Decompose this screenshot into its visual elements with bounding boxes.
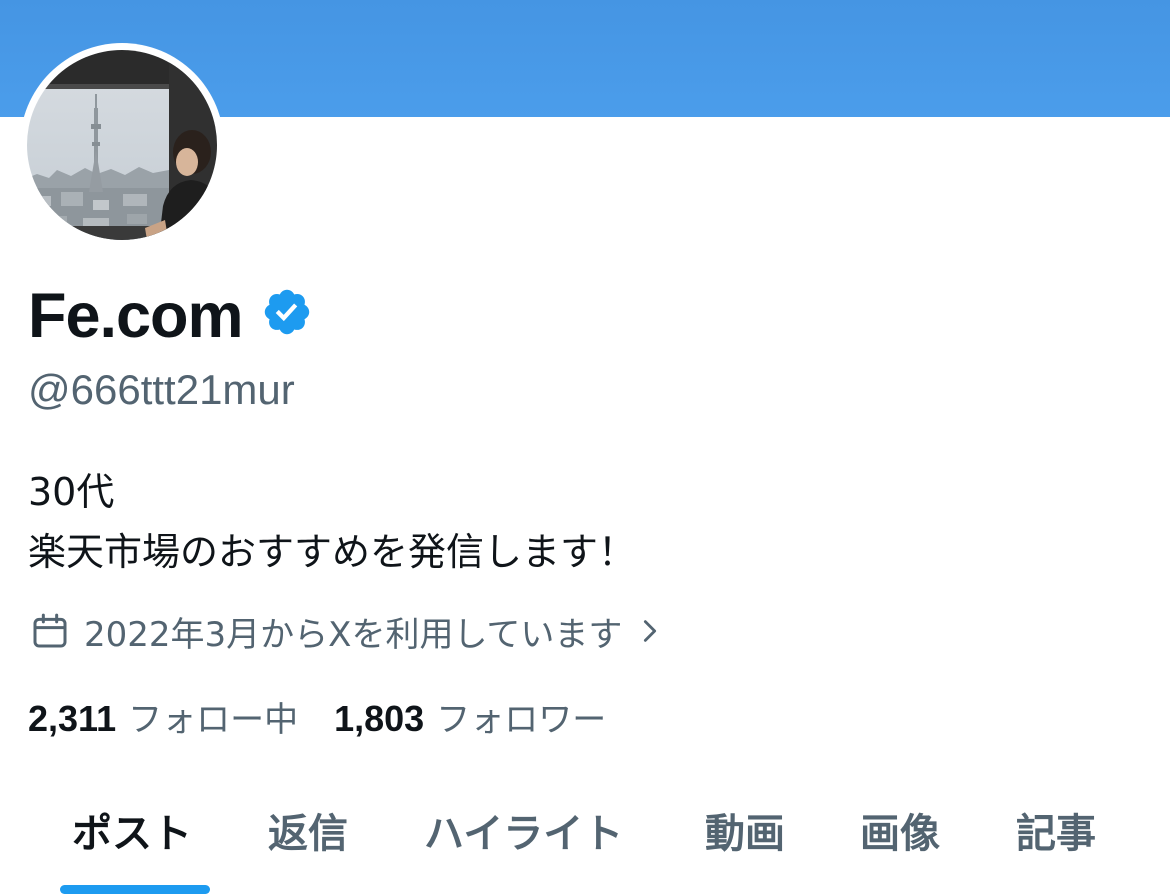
following-link[interactable]: 2,311 フォロー中 [28,692,298,741]
tab-highlights[interactable]: ハイライト [424,790,623,870]
tab-images[interactable]: 画像 [860,790,940,870]
followers-link[interactable]: 1,803 フォロワー [334,692,606,741]
followers-count: 1,803 [334,697,425,739]
tab-replies[interactable]: 返信 [268,790,348,870]
followers-label: フォロワー [436,699,607,740]
display-name: Fe.com [28,281,244,351]
profile-tabs: ポスト 返信 ハイライト 動画 画像 記事 [0,790,1170,894]
profile-bio: 30代 楽天市場のおすすめを発信します！ [28,462,636,582]
joined-date-row[interactable]: 2022年3月からXを利用しています [30,605,664,657]
avatar[interactable] [20,43,224,247]
bio-line: 30代 [28,470,115,514]
profile-handle: @666ttt21mur [28,366,295,413]
verified-badge-icon[interactable] [261,286,313,338]
profile-screen: Fe.com @666ttt21mur 30代 楽天市場のおすすめを発信します！… [0,0,1170,894]
tab-videos[interactable]: 動画 [705,790,785,870]
tab-posts[interactable]: ポスト [72,790,192,870]
bio-line: 楽天市場のおすすめを発信します！ [28,530,637,574]
chevron-right-icon [644,620,657,642]
following-count: 2,311 [28,697,117,739]
follow-stats: 2,311 フォロー中 1,803 フォロワー [28,690,606,742]
following-label: フォロー中 [128,699,299,740]
calendar-icon [33,613,67,648]
tab-articles[interactable]: 記事 [1016,790,1096,870]
active-tab-indicator [60,885,210,894]
profile-name-row: Fe.com [28,276,313,356]
joined-date-text: 2022年3月からXを利用しています [84,614,623,655]
avatar-photo [27,50,217,240]
